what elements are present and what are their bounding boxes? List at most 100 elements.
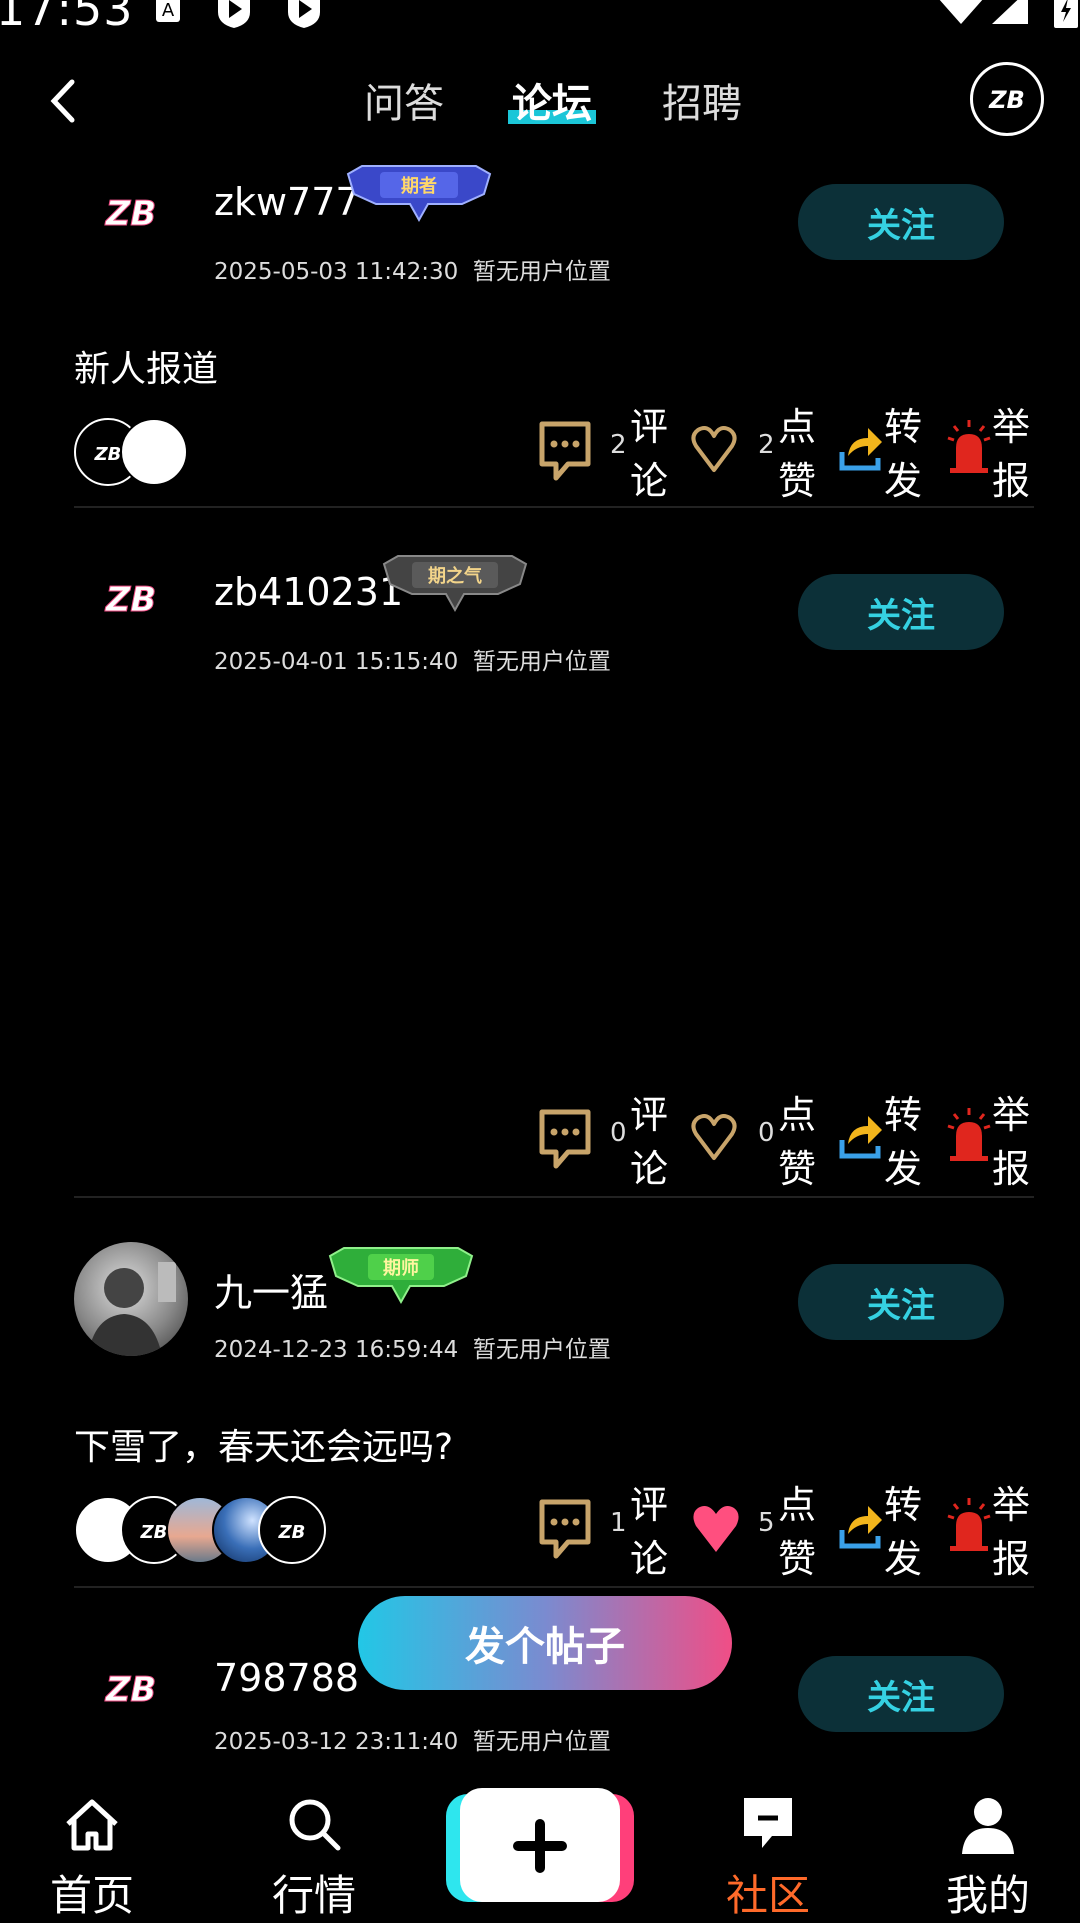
nav-home[interactable]: 首页 xyxy=(22,1780,162,1920)
home-icon xyxy=(66,1799,118,1851)
username[interactable]: zkw777 xyxy=(214,180,360,224)
like-label: 点赞 xyxy=(778,405,817,503)
tab-forum[interactable]: 论坛 xyxy=(508,74,596,134)
zb-logo-icon: ZB xyxy=(988,86,1025,114)
nav-market-label: 行情 xyxy=(271,1871,356,1920)
share-action[interactable]: 转发 xyxy=(838,1088,928,1198)
report-action[interactable]: 举报 xyxy=(946,400,1046,510)
comment-count: 1 xyxy=(610,1508,627,1538)
follow-button[interactable]: 关注 xyxy=(798,1656,1004,1732)
follow-button[interactable]: 关注 xyxy=(798,184,1004,260)
post-datetime: 2024-12-23 16:59:44 xyxy=(214,1337,459,1363)
comment-action[interactable]: 1 评论 xyxy=(538,1478,668,1588)
post-text[interactable]: 新人报道 xyxy=(74,340,218,392)
follow-button[interactable]: 关注 xyxy=(798,574,1004,650)
post-meta: 2025-03-12 23:11:40 暂无用户位置 xyxy=(214,1722,611,1756)
avatar[interactable]: ZB xyxy=(74,156,188,270)
post-meta: 2025-04-01 15:15:40 暂无用户位置 xyxy=(214,642,611,676)
like-action[interactable]: 5 点赞 xyxy=(690,1478,820,1588)
wifi-icon xyxy=(939,0,983,24)
back-icon[interactable] xyxy=(44,76,84,126)
avatar[interactable]: ZB xyxy=(74,542,188,656)
divider xyxy=(74,506,1034,508)
comment-label: 评论 xyxy=(630,1483,669,1581)
share-label: 转发 xyxy=(884,1093,923,1191)
notification-icon: A xyxy=(156,0,180,22)
play-shield-icon xyxy=(218,0,250,28)
svg-text:ZB: ZB xyxy=(278,1522,306,1542)
comment-icon xyxy=(539,1499,591,1559)
liker-avatars: ZB ZB xyxy=(74,1496,334,1564)
username[interactable]: 798788 xyxy=(214,1656,359,1700)
liker-avatar[interactable]: ZB xyxy=(258,1496,326,1564)
like-action[interactable]: 0 点赞 xyxy=(690,1088,820,1198)
nav-plus[interactable] xyxy=(446,1788,634,1908)
svg-text:ZB: ZB xyxy=(94,444,122,464)
nav-market[interactable]: 行情 xyxy=(244,1780,384,1920)
svg-text:ZB: ZB xyxy=(105,580,157,619)
svg-text:ZB: ZB xyxy=(105,194,157,233)
brand-logo-button[interactable]: ZB xyxy=(970,62,1044,136)
svg-text:ZB: ZB xyxy=(140,1522,168,1542)
like-count: 5 xyxy=(758,1508,775,1538)
svg-text:ZB: ZB xyxy=(105,1670,157,1709)
zb-logo-icon: ZB xyxy=(104,194,157,234)
like-count: 2 xyxy=(758,430,775,460)
post-text[interactable]: 下雪了，春天还会远吗? xyxy=(74,1418,453,1470)
report-action[interactable]: 举报 xyxy=(946,1088,1046,1198)
user-icon xyxy=(962,1798,1014,1854)
liker-avatars: ZB xyxy=(74,418,214,486)
message-icon xyxy=(744,1798,792,1848)
comment-icon xyxy=(539,421,591,481)
play-shield-icon-2 xyxy=(288,0,320,28)
comment-label: 评论 xyxy=(630,405,669,503)
nav-community-label: 社区 xyxy=(725,1871,810,1920)
search-icon xyxy=(289,1799,341,1851)
comment-label: 评论 xyxy=(630,1093,669,1191)
nav-profile[interactable]: 我的 xyxy=(918,1780,1058,1920)
comment-action[interactable]: 2 评论 xyxy=(538,400,668,510)
svg-text:期师: 期师 xyxy=(383,1257,419,1279)
nav-home-label: 首页 xyxy=(49,1871,134,1920)
rank-badge: 期师 xyxy=(328,1247,474,1305)
comment-count: 0 xyxy=(610,1118,627,1148)
person-photo-icon xyxy=(88,1262,176,1356)
signal-icon xyxy=(992,0,1028,24)
avatar[interactable]: ZB xyxy=(74,1632,188,1746)
report-label: 举报 xyxy=(992,1483,1031,1581)
heart-outline-icon xyxy=(691,1114,737,1160)
liker-avatar[interactable] xyxy=(120,418,188,486)
nav-community[interactable]: 社区 xyxy=(698,1780,838,1920)
like-label: 点赞 xyxy=(778,1093,817,1191)
heart-filled-icon xyxy=(693,1506,739,1552)
comment-count: 2 xyxy=(610,430,627,460)
post-location: 暂无用户位置 xyxy=(472,259,611,285)
share-action[interactable]: 转发 xyxy=(838,1478,928,1588)
report-label: 举报 xyxy=(992,1093,1031,1191)
follow-button[interactable]: 关注 xyxy=(798,1264,1004,1340)
create-post-button[interactable]: 发个帖子 xyxy=(358,1596,732,1690)
post-meta: 2025-05-03 11:42:30 暂无用户位置 xyxy=(214,252,611,286)
comment-action[interactable]: 0 评论 xyxy=(538,1088,668,1198)
tab-jobs[interactable]: 招聘 xyxy=(662,74,742,134)
tab-qa[interactable]: 问答 xyxy=(364,74,444,134)
like-action[interactable]: 2 点赞 xyxy=(690,400,820,510)
zb-logo-icon: ZB xyxy=(104,1670,157,1710)
rank-badge: 期者 xyxy=(346,165,492,223)
divider xyxy=(74,1196,1034,1198)
post-location: 暂无用户位置 xyxy=(472,649,611,675)
post-datetime: 2025-04-01 15:15:40 xyxy=(214,649,459,675)
alarm-icon xyxy=(947,1498,991,1551)
post-meta: 2024-12-23 16:59:44 暂无用户位置 xyxy=(214,1330,611,1364)
username[interactable]: zb410231 xyxy=(214,570,403,614)
share-icon xyxy=(839,1116,882,1159)
post-datetime: 2025-05-03 11:42:30 xyxy=(214,259,459,285)
avatar[interactable] xyxy=(74,1242,188,1356)
svg-text:期者: 期者 xyxy=(401,176,437,197)
share-action[interactable]: 转发 xyxy=(838,400,928,510)
username[interactable]: 九一猛 xyxy=(214,1262,328,1317)
zb-logo-icon: ZB xyxy=(104,580,157,620)
report-label: 举报 xyxy=(992,405,1031,503)
report-action[interactable]: 举报 xyxy=(946,1478,1046,1588)
post-datetime: 2025-03-12 23:11:40 xyxy=(214,1729,459,1755)
